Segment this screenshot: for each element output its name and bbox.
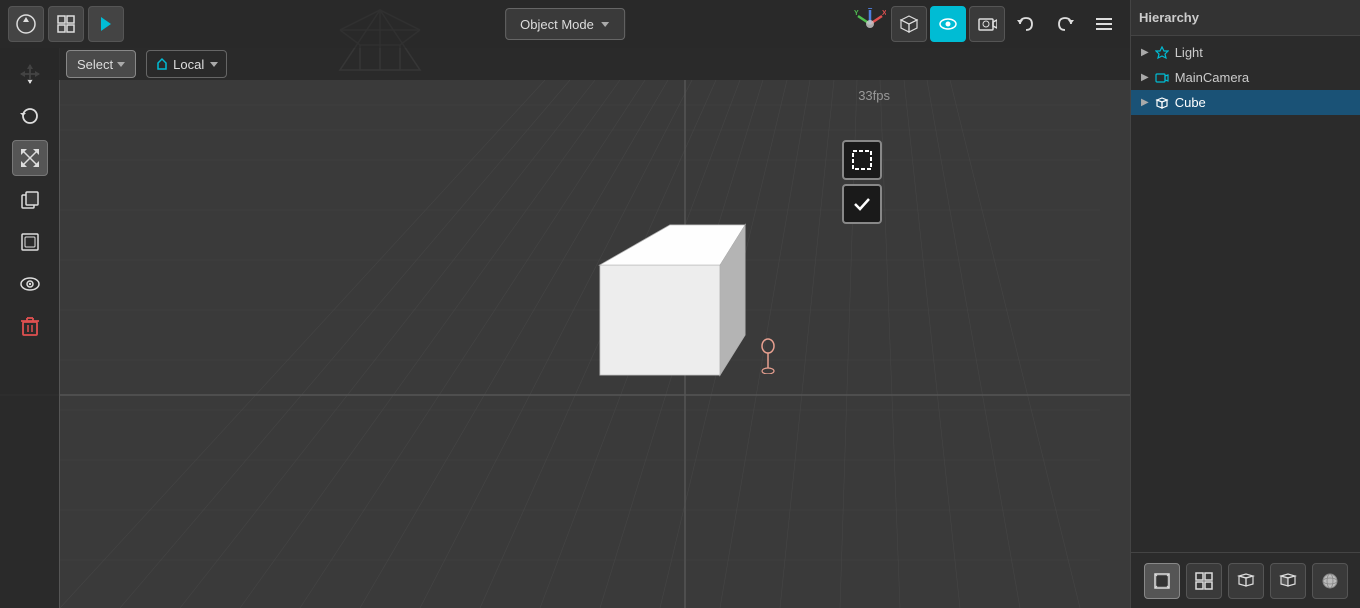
svg-text:Z: Z bbox=[868, 8, 873, 11]
play-button[interactable] bbox=[88, 6, 124, 42]
right-panel: Hierarchy ▶ Light ▶ MainCamera ▶ bbox=[1130, 0, 1360, 608]
logo-button[interactable] bbox=[8, 6, 44, 42]
persp-view-button[interactable] bbox=[891, 6, 927, 42]
sphere-button[interactable] bbox=[1312, 563, 1348, 599]
camera-button[interactable] bbox=[969, 6, 1005, 42]
viewport[interactable]: 33fps bbox=[0, 0, 1130, 608]
grid-background bbox=[0, 0, 1130, 608]
origin-marker bbox=[756, 338, 780, 374]
select-rect-tool[interactable] bbox=[842, 140, 882, 224]
second-toolbar: Select Local bbox=[0, 48, 1130, 80]
delete-tool-button[interactable] bbox=[12, 308, 48, 344]
undo-button[interactable] bbox=[1008, 6, 1044, 42]
menu-button[interactable] bbox=[1086, 6, 1122, 42]
hierarchy-item-maincamera[interactable]: ▶ MainCamera bbox=[1131, 65, 1360, 90]
cube-arrow: ▶ bbox=[1141, 97, 1149, 108]
cube-label: Cube bbox=[1175, 95, 1206, 110]
light-label: Light bbox=[1175, 45, 1203, 60]
object-mode-button[interactable]: Object Mode bbox=[505, 8, 625, 40]
maincamera-label: MainCamera bbox=[1175, 70, 1249, 85]
light-arrow: ▶ bbox=[1141, 47, 1149, 58]
copy-tool-button[interactable] bbox=[12, 182, 48, 218]
hierarchy-title: Hierarchy bbox=[1139, 10, 1199, 25]
maincamera-arrow: ▶ bbox=[1141, 72, 1149, 83]
axis-gizmo[interactable]: X Y Z bbox=[852, 6, 888, 42]
refresh-tool-button[interactable] bbox=[12, 98, 48, 134]
cube-3d bbox=[590, 215, 750, 385]
eye-tool-button[interactable] bbox=[12, 266, 48, 302]
object-mode-label: Object Mode bbox=[520, 17, 594, 32]
layout-button[interactable] bbox=[48, 6, 84, 42]
hierarchy-item-light[interactable]: ▶ Light bbox=[1131, 40, 1360, 65]
panel-bottom-tools bbox=[1131, 552, 1360, 608]
select-button[interactable]: Select bbox=[66, 50, 136, 78]
scale-tool-button[interactable] bbox=[12, 140, 48, 176]
render-button[interactable] bbox=[1144, 563, 1180, 599]
panel-header: Hierarchy bbox=[1131, 0, 1360, 36]
top-toolbar: Object Mode X Y Z bbox=[0, 0, 1130, 48]
layout-button-2[interactable] bbox=[1186, 563, 1222, 599]
fps-counter: 33fps bbox=[858, 88, 890, 103]
shading-button[interactable] bbox=[1228, 563, 1264, 599]
redo-button[interactable] bbox=[1047, 6, 1083, 42]
svg-text:X: X bbox=[882, 10, 886, 17]
build-button[interactable] bbox=[1270, 563, 1306, 599]
left-sidebar bbox=[0, 48, 60, 608]
hierarchy-item-cube[interactable]: ▶ Cube bbox=[1131, 90, 1360, 115]
maincamera-icon bbox=[1155, 71, 1169, 85]
cube-icon bbox=[1155, 96, 1169, 110]
visibility-button[interactable] bbox=[930, 6, 966, 42]
light-icon bbox=[1155, 46, 1169, 60]
local-button[interactable]: Local bbox=[146, 50, 227, 78]
layer-tool-button[interactable] bbox=[12, 224, 48, 260]
svg-text:Y: Y bbox=[854, 10, 859, 17]
hierarchy-list: ▶ Light ▶ MainCamera ▶ Cube bbox=[1131, 36, 1360, 552]
